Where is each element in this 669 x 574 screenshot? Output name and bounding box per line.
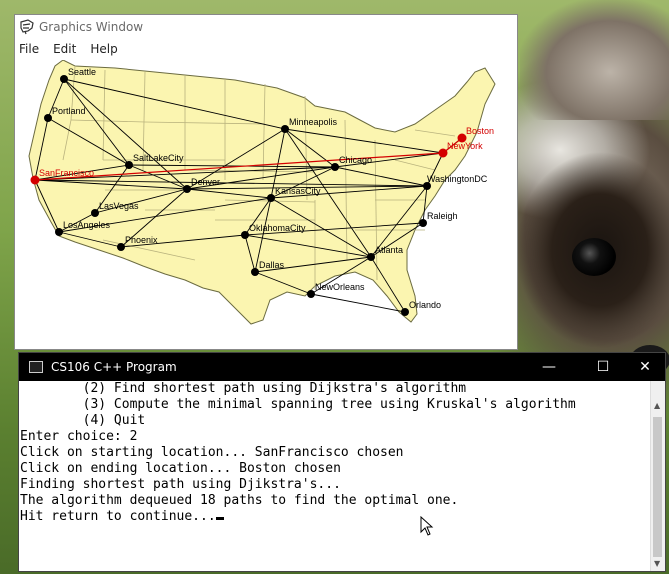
city-label: OklahomaCity [249,223,306,233]
console-line: Click on starting location... SanFrancis… [20,445,404,460]
console-app-icon [29,361,43,373]
usa-landmass [28,60,496,325]
maximize-button[interactable]: ☐ [583,353,623,381]
city-marker[interactable] [401,308,409,316]
city-label: LasVegas [99,201,139,211]
console-output[interactable]: (2) Find shortest path using Dijkstra's … [19,381,652,571]
city-node-neworleans[interactable]: NewOrleans [307,282,365,298]
console-line-prompt: Hit return to continue... [20,509,652,525]
city-label: NewYork [447,141,483,151]
city-node-raleigh[interactable]: Raleigh [419,211,458,227]
console-line: The algorithm dequeued 18 paths to find … [20,493,459,508]
map-canvas[interactable]: Seattle Portland SanFrancisco LosAngeles Las… [15,60,517,349]
console-window[interactable]: CS106 C++ Program — ☐ ✕ (2) Find shortes… [18,352,666,572]
city-marker[interactable] [60,75,68,83]
console-line: Enter choice: 2 [20,429,138,444]
city-marker[interactable] [331,163,339,171]
city-marker[interactable] [307,290,315,298]
city-marker[interactable] [419,219,427,227]
city-label: KansasCity [275,186,321,196]
scroll-up-icon[interactable]: ▲ [654,401,660,410]
city-label: LosAngeles [63,220,111,230]
city-label: Portland [52,106,86,116]
city-marker[interactable] [117,243,125,251]
text-cursor [215,517,224,520]
menu-edit[interactable]: Edit [53,42,76,56]
city-label: WashingtonDC [427,174,488,184]
city-label: SanFrancisco [39,168,94,178]
close-button[interactable]: ✕ [625,353,665,381]
city-marker[interactable] [125,161,133,169]
city-marker[interactable] [241,231,249,239]
city-marker[interactable] [281,125,289,133]
city-label: Atlanta [375,245,403,255]
city-marker[interactable] [251,268,259,276]
city-marker[interactable] [267,194,275,202]
app-logo-icon [20,19,34,35]
city-label: NewOrleans [315,282,365,292]
city-label: Denver [191,177,220,187]
console-line: (2) Find shortest path using Dijkstra's … [20,381,467,396]
graphics-menubar: File Edit Help [15,39,517,59]
city-label: Boston [466,126,494,136]
city-marker[interactable] [367,253,375,261]
menu-file[interactable]: File [19,42,39,56]
wallpaper-raccoon-eye [572,238,616,276]
city-marker[interactable] [183,185,191,193]
graphics-window[interactable]: Graphics Window File Edit Help Seattle Po… [14,14,518,350]
console-line: Finding shortest path using Djikstra's..… [20,477,341,492]
city-label: SaltLakeCity [133,153,184,163]
menu-help[interactable]: Help [90,42,117,56]
usa-map[interactable]: Seattle Portland SanFrancisco LosAngeles Las… [15,60,517,349]
console-line: Click on ending location... Boston chose… [20,461,341,476]
city-label: Dallas [259,260,285,270]
city-label: Orlando [409,300,441,310]
scroll-thumb[interactable] [653,417,662,557]
city-label: Raleigh [427,211,458,221]
graphics-window-titlebar[interactable]: Graphics Window [15,15,517,39]
console-line: (3) Compute the minimal spanning tree us… [20,397,576,412]
console-title: CS106 C++ Program [51,360,177,374]
city-label: Minneapolis [289,117,338,127]
city-label: Seattle [68,67,96,77]
console-line: (4) Quit [20,413,146,428]
console-titlebar[interactable]: CS106 C++ Program — ☐ ✕ [19,353,665,381]
mouse-pointer-icon [420,516,434,536]
city-marker[interactable] [44,114,52,122]
graphics-window-title: Graphics Window [39,20,144,34]
wallpaper-raccoon-ear [520,0,669,120]
city-marker[interactable] [91,209,99,217]
city-label: Chicago [339,155,372,165]
console-scrollbar[interactable]: ▲ ▼ [650,381,665,571]
city-marker[interactable] [55,228,63,236]
minimize-button[interactable]: — [529,353,569,381]
city-label: Phoenix [125,235,158,245]
console-prompt-text: Hit return to continue... [20,509,216,524]
scroll-down-icon[interactable]: ▼ [654,559,660,568]
